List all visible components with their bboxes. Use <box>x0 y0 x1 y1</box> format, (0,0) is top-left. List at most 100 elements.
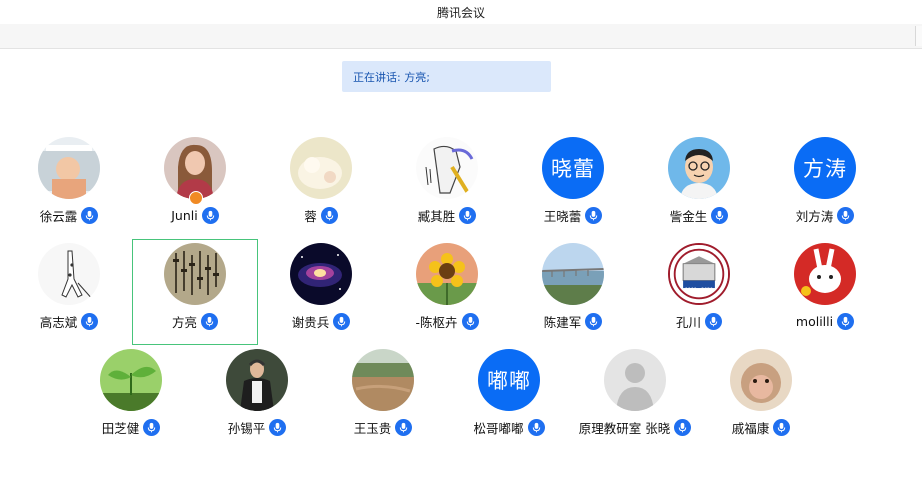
calligraphy-icon <box>164 243 226 305</box>
sketch-figure-icon <box>416 137 478 199</box>
cartoon-man-icon <box>668 137 730 199</box>
monkey-icon <box>730 349 792 411</box>
participant-tile[interactable]: 孙锡平 <box>194 345 320 451</box>
participant-name-row: 王晓蕾 <box>510 205 636 225</box>
microphone-icon[interactable] <box>269 418 287 436</box>
participant-tile[interactable]: 訾金生 <box>636 134 762 240</box>
initials-avatar: 晓蕾 <box>542 137 604 199</box>
participant-tile[interactable]: 田芝健 <box>68 345 194 451</box>
participant-tile[interactable]: 戚福康 <box>698 345 824 451</box>
microphone-icon[interactable] <box>773 418 791 436</box>
participant-tile[interactable]: Junli <box>132 134 258 240</box>
participant-tile[interactable]: 嘟嘟 松哥嘟嘟 <box>446 345 572 451</box>
participant-tile[interactable]: 徐云露 <box>6 134 132 240</box>
participant-name-row: 戚福康 <box>698 417 824 437</box>
microphone-icon[interactable] <box>143 418 161 436</box>
speaking-text: 正在讲话: 方亮; <box>353 70 430 84</box>
participant-name: molilli <box>795 313 834 329</box>
participant-name-row: 蓉 <box>258 205 384 225</box>
microphone-icon[interactable] <box>320 206 338 224</box>
host-badge-icon <box>189 191 203 205</box>
participant-tile[interactable]: 方涛 刘方涛 <box>762 134 888 240</box>
participant-tile[interactable]: 蓉 <box>258 134 384 240</box>
microphone-icon[interactable] <box>81 312 99 330</box>
participant-name-row: 松哥嘟嘟 <box>446 417 572 437</box>
microphone-icon[interactable] <box>711 206 729 224</box>
participant-tile[interactable]: 高志斌 <box>6 239 132 345</box>
participant-name-row: Junli <box>132 205 258 225</box>
participant-name-row: 原理教研室 张晓 <box>572 417 698 437</box>
participant-name: 孔川 <box>675 314 701 330</box>
window-title: 腾讯会议 <box>436 5 485 20</box>
participant-tile[interactable]: 晓蕾 王晓蕾 <box>510 134 636 240</box>
participant-tile[interactable]: 王玉贵 <box>320 345 446 451</box>
participant-tile[interactable]: 陈建军 <box>510 239 636 345</box>
photo-woman-icon <box>164 137 226 199</box>
participant-name-row: 方亮 <box>133 311 257 331</box>
participant-name-row: 刘方涛 <box>762 205 888 225</box>
participant-name-row: 田芝健 <box>68 417 194 437</box>
rabbit-icon <box>794 243 856 305</box>
microphone-icon[interactable] <box>674 418 692 436</box>
participant-tile[interactable]: 原理教研室 张晓 <box>572 345 698 451</box>
participant-name: 臧其胜 <box>417 208 456 224</box>
participant-tile[interactable]: -陈枢卉 <box>384 239 510 345</box>
microphone-icon[interactable] <box>201 312 218 330</box>
flood-road-icon <box>352 349 414 411</box>
toolbar <box>0 24 922 49</box>
microphone-icon[interactable] <box>461 312 479 330</box>
participant-name: -陈枢卉 <box>415 314 458 330</box>
participant-tile-active-speaker[interactable]: 方亮 <box>132 239 258 345</box>
microphone-icon[interactable] <box>527 418 545 436</box>
photo-kitten-icon <box>290 137 352 199</box>
participant-name: 方亮 <box>171 314 197 330</box>
sprout-icon <box>100 349 162 411</box>
microphone-icon[interactable] <box>585 206 603 224</box>
participant-tile[interactable]: 1900—2020 孔川 <box>636 239 762 345</box>
participant-name: 原理教研室 张晓 <box>578 420 671 436</box>
participant-name: Junli <box>171 207 198 223</box>
photo-baby-icon <box>38 137 100 199</box>
giraffe-drawing-icon <box>38 243 100 305</box>
sunflower-icon <box>416 243 478 305</box>
microphone-icon[interactable] <box>333 312 351 330</box>
microphone-icon[interactable] <box>201 206 219 224</box>
participant-name-row: -陈枢卉 <box>384 311 510 331</box>
participant-name-row: 谢贵兵 <box>258 311 384 331</box>
participant-name-row: molilli <box>762 311 888 331</box>
participant-name-row: 訾金生 <box>636 205 762 225</box>
bridge-landscape-icon <box>542 243 604 305</box>
participant-tile[interactable]: 臧其胜 <box>384 134 510 240</box>
participant-tile[interactable]: 谢贵兵 <box>258 239 384 345</box>
participant-name: 戚福康 <box>731 420 770 436</box>
window-titlebar: 腾讯会议 <box>0 0 922 25</box>
speaking-indicator: 正在讲话: 方亮; <box>342 61 551 92</box>
participant-name: 王晓蕾 <box>543 208 582 224</box>
participant-name-row: 臧其胜 <box>384 205 510 225</box>
emblem-icon <box>668 243 730 305</box>
photo-man-icon <box>226 349 288 411</box>
participant-name-row: 孙锡平 <box>194 417 320 437</box>
participant-name: 高志斌 <box>39 314 78 330</box>
default-person-icon <box>604 349 666 411</box>
participant-tile[interactable]: molilli <box>762 239 888 345</box>
microphone-icon[interactable] <box>837 206 855 224</box>
participant-name-row: 孔川 <box>636 311 762 331</box>
initials-avatar: 嘟嘟 <box>478 349 540 411</box>
microphone-icon[interactable] <box>395 418 413 436</box>
microphone-icon[interactable] <box>705 312 722 330</box>
initials-avatar: 方涛 <box>794 137 856 199</box>
participant-name: 訾金生 <box>669 208 708 224</box>
emblem-year-text: 1900—2020 <box>685 288 713 293</box>
microphone-icon[interactable] <box>459 206 477 224</box>
toolbar-scroll-edge[interactable] <box>915 26 922 46</box>
participant-name: 刘方涛 <box>795 208 834 224</box>
microphone-icon[interactable] <box>585 312 603 330</box>
participant-name-row: 陈建军 <box>510 311 636 331</box>
participant-name-row: 王玉贵 <box>320 417 446 437</box>
microphone-icon[interactable] <box>81 206 99 224</box>
participant-name-row: 高志斌 <box>6 311 132 331</box>
participant-name-row: 徐云露 <box>6 205 132 225</box>
participant-name: 田芝健 <box>101 420 140 436</box>
microphone-icon[interactable] <box>837 312 855 330</box>
